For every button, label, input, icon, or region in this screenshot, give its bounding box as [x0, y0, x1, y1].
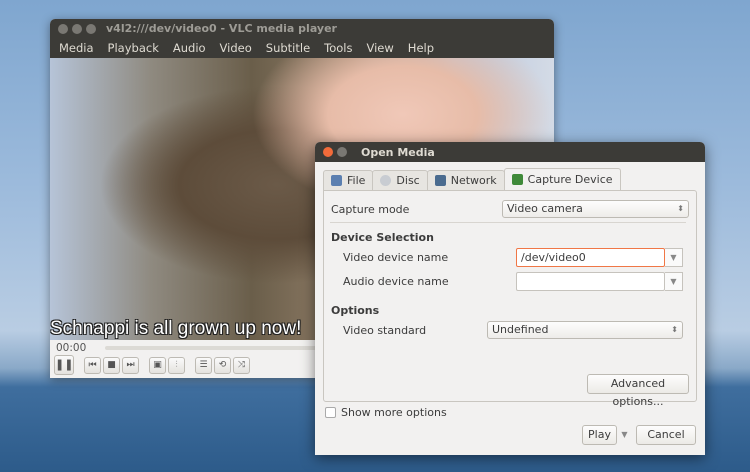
- advanced-options-button[interactable]: Advanced options...: [587, 374, 689, 394]
- playlist-button[interactable]: ☰: [195, 357, 212, 374]
- extended-settings-button[interactable]: ⫶: [168, 357, 185, 374]
- tab-label: File: [347, 174, 365, 187]
- video-device-label: Video device name: [343, 251, 448, 264]
- play-button[interactable]: Play: [582, 425, 617, 445]
- menu-playback[interactable]: Playback: [108, 41, 159, 55]
- tab-network[interactable]: Network: [427, 170, 505, 190]
- video-device-input[interactable]: /dev/video0: [516, 248, 665, 267]
- vlc-title: v4l2:///dev/video0 - VLC media player: [106, 22, 337, 35]
- tab-bar: File Disc Network Capture Device: [323, 170, 620, 190]
- video-standard-select[interactable]: Undefined ⬍: [487, 321, 683, 339]
- show-more-label[interactable]: Show more options: [341, 406, 447, 419]
- audio-device-input[interactable]: [516, 272, 665, 291]
- spin-arrows-icon: ⬍: [677, 201, 684, 217]
- divider: [330, 222, 686, 223]
- capture-card-icon: [512, 174, 523, 185]
- close-icon[interactable]: [58, 24, 68, 34]
- elapsed-time: 00:00: [56, 342, 86, 354]
- options-heading: Options: [331, 304, 379, 317]
- audio-device-label: Audio device name: [343, 275, 449, 288]
- show-more-checkbox[interactable]: [325, 407, 336, 418]
- minimize-icon[interactable]: [72, 24, 82, 34]
- menu-help[interactable]: Help: [408, 41, 434, 55]
- video-standard-label: Video standard: [343, 324, 426, 337]
- maximize-icon[interactable]: [86, 24, 96, 34]
- tab-label: Disc: [396, 174, 419, 187]
- stop-button[interactable]: ■: [103, 357, 120, 374]
- capture-mode-label: Capture mode: [331, 203, 409, 216]
- shuffle-button[interactable]: ⤨: [233, 357, 250, 374]
- tab-disc[interactable]: Disc: [372, 170, 427, 190]
- disc-icon: [380, 175, 391, 186]
- capture-mode-select[interactable]: Video camera ⬍: [502, 200, 689, 218]
- audio-device-dropdown[interactable]: ▼: [665, 272, 683, 291]
- menu-view[interactable]: View: [367, 41, 394, 55]
- subtitle-text: Schnappi is all grown up now!: [50, 318, 301, 340]
- tab-capture-device[interactable]: Capture Device: [504, 168, 621, 190]
- next-button[interactable]: ⏭: [122, 357, 139, 374]
- network-icon: [435, 175, 446, 186]
- minimize-icon[interactable]: [337, 147, 347, 157]
- dialog-titlebar: Open Media: [315, 142, 705, 162]
- capture-panel: Capture mode Video camera ⬍ Device Select…: [323, 190, 697, 402]
- video-device-dropdown[interactable]: ▼: [665, 248, 683, 267]
- open-media-dialog: Open Media File Disc Network Capture Dev…: [315, 142, 705, 455]
- fullscreen-button[interactable]: ▣: [149, 357, 166, 374]
- file-icon: [331, 175, 342, 186]
- video-standard-value: Undefined: [492, 323, 548, 336]
- menu-audio[interactable]: Audio: [173, 41, 206, 55]
- tab-file[interactable]: File: [323, 170, 373, 190]
- loop-button[interactable]: ⟲: [214, 357, 231, 374]
- spin-arrows-icon: ⬍: [671, 322, 678, 338]
- menubar: Media Playback Audio Video Subtitle Tool…: [50, 38, 554, 58]
- dialog-title: Open Media: [361, 146, 435, 159]
- tab-label: Capture Device: [528, 173, 613, 186]
- menu-tools[interactable]: Tools: [324, 41, 352, 55]
- cancel-button[interactable]: Cancel: [636, 425, 696, 445]
- vlc-titlebar: v4l2:///dev/video0 - VLC media player: [50, 19, 554, 38]
- device-selection-heading: Device Selection: [331, 231, 434, 244]
- previous-button[interactable]: ⏮: [84, 357, 101, 374]
- tab-label: Network: [451, 174, 497, 187]
- play-dropdown-icon[interactable]: ▼: [618, 425, 631, 445]
- capture-mode-value: Video camera: [507, 202, 583, 215]
- menu-media[interactable]: Media: [59, 41, 94, 55]
- pause-button[interactable]: ❚❚: [54, 355, 74, 375]
- menu-subtitle[interactable]: Subtitle: [266, 41, 310, 55]
- close-icon[interactable]: [323, 147, 333, 157]
- menu-video[interactable]: Video: [220, 41, 252, 55]
